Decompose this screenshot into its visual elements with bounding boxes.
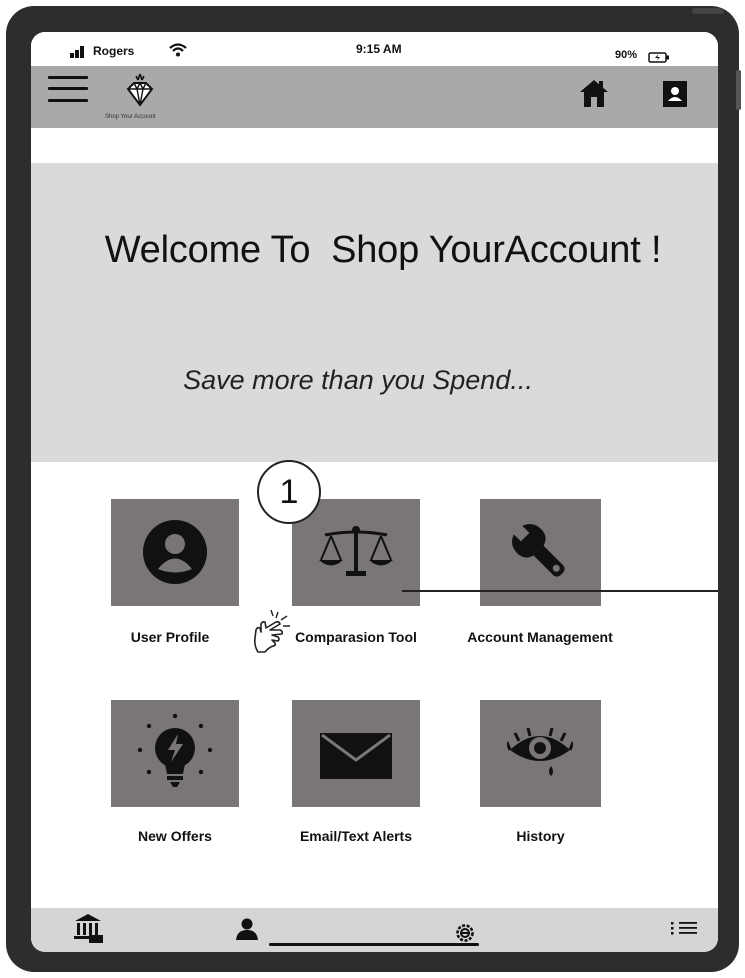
tile-label: History — [516, 828, 565, 844]
signal-strength-icon — [70, 46, 88, 58]
status-bar: Rogers 9:15 AM 90% — [31, 32, 718, 66]
carrier-name: Rogers — [93, 44, 135, 58]
app-logo: Shop Your Account — [105, 70, 185, 124]
home-icon[interactable] — [577, 76, 611, 115]
device-side-button — [736, 70, 741, 110]
tile-email-text-alerts-box[interactable] — [292, 700, 420, 807]
app-screen: Rogers 9:15 AM 90% Shop Your Account Wel… — [31, 32, 718, 952]
tile-new-offers-box[interactable] — [111, 700, 239, 807]
device-top-button — [692, 8, 724, 14]
eye-icon — [507, 728, 573, 776]
bottom-nav — [31, 908, 718, 952]
user-profile-icon — [143, 520, 207, 584]
annotation-callout-line — [402, 590, 718, 592]
list-icon[interactable] — [669, 920, 701, 941]
envelope-icon — [320, 733, 392, 779]
contact-card-icon[interactable] — [662, 80, 688, 113]
tile-label: New Offers — [138, 828, 212, 844]
tile-history-box[interactable] — [480, 700, 601, 807]
tile-label: Account Management — [467, 629, 613, 645]
step-number-badge: 1 — [257, 460, 321, 524]
balance-scale-icon — [319, 526, 393, 576]
tile-label: Comparasion Tool — [295, 629, 417, 645]
tile-user-profile-box[interactable] — [111, 499, 239, 606]
welcome-banner: Welcome To Shop YourAccount ! Save more … — [31, 163, 718, 462]
battery-percent: 90% — [615, 49, 638, 61]
person-icon[interactable] — [235, 918, 259, 945]
diamond-logo-icon — [126, 73, 154, 107]
tile-label: User Profile — [130, 629, 210, 645]
welcome-title: Welcome To Shop YourAccount ! — [104, 229, 662, 271]
hamburger-menu-icon[interactable] — [48, 74, 88, 104]
wrench-icon — [512, 524, 565, 577]
app-header: Shop Your Account — [31, 66, 718, 128]
tile-label: Email/Text Alerts — [299, 828, 413, 844]
bank-icon[interactable] — [73, 913, 105, 948]
wifi-icon — [169, 43, 187, 62]
lightbulb-icon — [137, 713, 213, 787]
tap-hand-icon — [252, 609, 294, 659]
status-time: 9:15 AM — [356, 42, 402, 56]
home-indicator-bar[interactable] — [269, 943, 479, 946]
logo-caption: Shop Your Account — [105, 114, 156, 120]
tagline: Save more than you Spend... — [183, 365, 533, 395]
